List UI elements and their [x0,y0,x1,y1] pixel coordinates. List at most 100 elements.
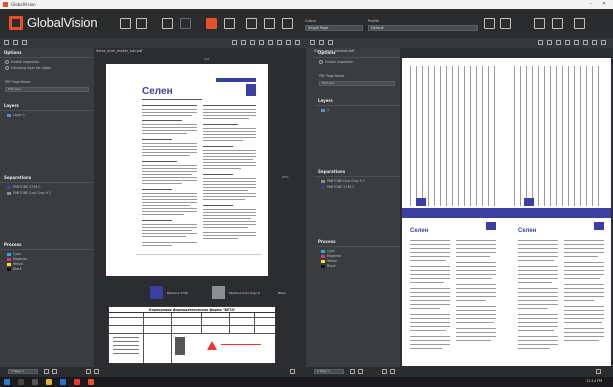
color-icon[interactable] [282,18,293,29]
separation-swatch[interactable] [321,180,325,183]
foldout-page: Селен Селен [402,58,611,366]
process-swatch-magenta[interactable] [321,255,325,258]
enable-inspection-radio[interactable] [319,60,323,64]
rotate-icon[interactable] [259,40,264,45]
swatch-pantone-2736 [150,286,163,299]
pen-icon[interactable] [556,40,561,45]
process-swatch-yellow[interactable] [7,263,11,266]
upload-icon[interactable] [328,40,333,45]
process-swatch-black[interactable] [321,265,325,268]
panel-toggle-icon[interactable] [310,40,315,45]
process-swatch-cyan[interactable] [321,250,325,253]
layers-title: Layers [4,103,19,108]
fit-icon[interactable] [601,40,606,45]
process-item: Black [13,267,22,271]
process-item: Black [327,264,336,268]
layout-icon[interactable] [180,18,191,29]
main-toolbar: GlobalVision Colour Single Page Profile … [0,9,613,38]
next-page-icon[interactable] [358,369,363,374]
process-swatch-yellow[interactable] [321,260,325,263]
process-swatch-black[interactable] [7,268,11,271]
enable-inspection-radio[interactable] [5,60,9,64]
sync-icon[interactable] [596,369,601,374]
search-icon[interactable] [18,379,24,385]
process-swatch-magenta[interactable] [7,258,11,261]
brand-name: Селен [142,86,173,97]
app-icon-red[interactable] [74,379,80,385]
fit-width-icon[interactable] [390,369,395,374]
zoom-area-icon[interactable] [592,40,597,45]
separation-swatch[interactable] [7,186,11,189]
band-logo [524,198,534,206]
fit-page-icon[interactable] [86,369,91,374]
select-icon[interactable] [232,40,237,45]
colour-select[interactable]: Single Page [305,25,363,31]
barcode-icon[interactable] [224,18,235,29]
pdf-page-boxes-select[interactable]: Trim box [5,87,89,92]
prev-page-icon[interactable] [350,369,355,374]
crop-icon[interactable] [583,40,588,45]
braille-icon[interactable] [246,18,257,29]
process-item: Cyan [13,252,22,256]
right-page-select[interactable]: 1 Page 1 [314,369,344,374]
left-filename: Selva_ener_maker_tub.pdf [96,49,143,53]
separation-swatch[interactable] [321,186,325,189]
left-status-bar: 1 Page 1 [0,367,306,377]
purple-band [402,208,611,218]
crop-icon[interactable] [277,40,282,45]
next-page-icon[interactable] [52,369,57,374]
open-folder-icon[interactable] [120,18,131,29]
task-view-icon[interactable] [32,379,38,385]
right-status-bar: 1 Page 1 [306,367,613,377]
zoom-fit-icon[interactable] [484,18,495,29]
thumbnail-icon[interactable] [319,40,324,45]
zoom-icon[interactable] [500,18,511,29]
panel-toggle-icon[interactable] [4,40,9,45]
separation-swatch[interactable] [7,192,11,195]
globalvision-icon[interactable] [88,379,94,385]
process-swatch-cyan[interactable] [7,253,11,256]
left-page-select[interactable]: 1 Page 1 [8,369,38,374]
image-icon[interactable] [162,18,173,29]
pan-icon[interactable] [547,40,552,45]
separation-item: PANTONE 2736 C [327,185,355,189]
sync-icon[interactable] [290,369,295,374]
separations-title: Separations [4,175,32,180]
tech-table: Корпорация фармацевтическая фирма "ВЕТА" [108,306,276,364]
grid-icon[interactable] [534,18,545,29]
compare-text-icon[interactable] [206,18,217,29]
scanner-icon[interactable] [136,18,147,29]
file-explorer-icon[interactable] [46,379,52,385]
swatch-label: Pantone Cool Gray 9 [229,291,260,295]
fit-icon[interactable] [295,40,300,45]
layer-visibility-icon[interactable] [7,114,11,117]
start-icon[interactable] [4,379,10,385]
pdf-page-boxes-select[interactable]: Trim box [319,81,395,86]
pan-icon[interactable] [241,40,246,45]
upload-icon[interactable] [22,40,27,45]
select-icon[interactable] [538,40,543,45]
pdf-page-boxes-label: PDF Page Boxes [5,80,31,84]
fit-page-icon[interactable] [382,369,387,374]
fit-width-icon[interactable] [94,369,99,374]
right-document-view[interactable]: Selva_ener_foldout.pdf Селен Селен [314,48,613,370]
ruler-icon[interactable] [268,40,273,45]
pen-icon[interactable] [250,40,255,45]
right-filename: Selva_ener_foldout.pdf [314,49,355,53]
thumbnail-icon[interactable] [13,40,18,45]
left-document-view[interactable]: Selva_ener_maker_tub.pdf 1/4 25% Селен P… [94,48,306,370]
minimize-button[interactable]: – [590,0,593,9]
prev-page-icon[interactable] [44,369,49,374]
document-icon[interactable] [264,18,275,29]
brand-name-right: Селен [518,228,537,234]
help-icon[interactable] [574,18,585,29]
following-layer-radio[interactable] [5,66,9,70]
ruler-icon[interactable] [574,40,579,45]
rotate-icon[interactable] [565,40,570,45]
zoom-area-icon[interactable] [286,40,291,45]
close-button[interactable]: ✕ [602,0,606,9]
report-icon[interactable] [552,18,563,29]
profile-select[interactable]: Default [368,25,478,31]
browser-icon[interactable] [60,379,66,385]
layer-visibility-icon[interactable] [321,109,325,112]
